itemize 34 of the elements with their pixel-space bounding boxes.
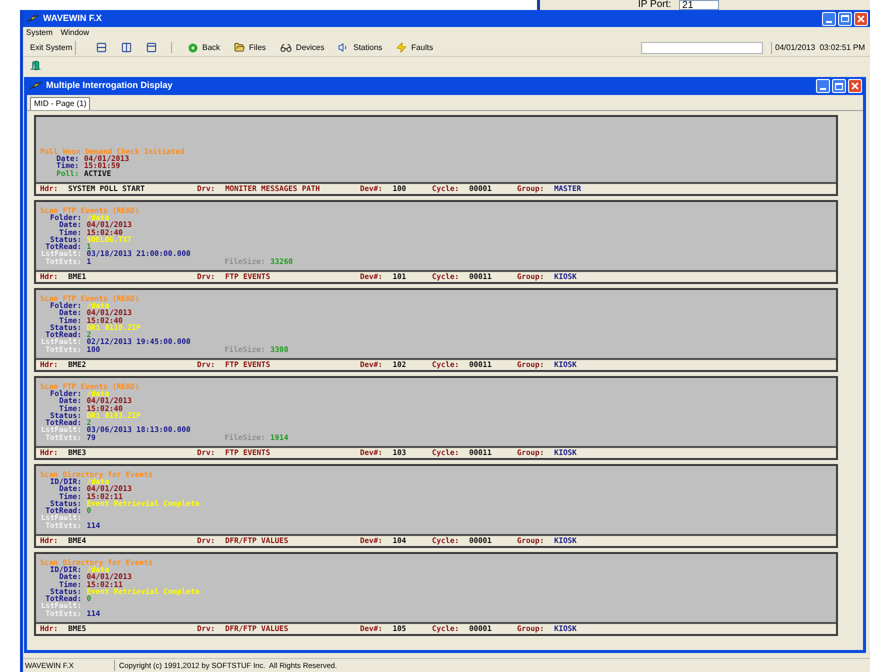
glasses-icon — [280, 42, 292, 54]
close-icon — [857, 14, 865, 22]
toolbar-button[interactable]: Devices — [280, 42, 324, 54]
search-field[interactable] — [641, 42, 764, 54]
horizontal-split-icon[interactable] — [96, 42, 108, 53]
child-window-title: Multiple Interrogation Display — [46, 79, 173, 92]
window-stack-icon[interactable] — [146, 42, 158, 53]
minimize-button[interactable] — [822, 12, 836, 26]
maximize-button[interactable] — [838, 12, 852, 26]
lightning-icon — [396, 42, 408, 53]
menu-item[interactable]: Window — [60, 27, 90, 39]
minimize-button[interactable] — [816, 79, 830, 93]
menu-item[interactable]: System — [26, 27, 53, 39]
close-icon — [851, 82, 859, 90]
port-label: IP Port: — [638, 0, 672, 10]
door-icon[interactable] — [30, 60, 41, 71]
datetime-display: 04/01/2013 03:02:51 PM — [771, 42, 868, 54]
close-button[interactable] — [848, 79, 862, 93]
app-icon — [27, 14, 39, 24]
app-icon — [30, 81, 42, 91]
page-tab[interactable]: MID - Page (1) — [30, 97, 90, 110]
toolbar-button[interactable]: Faults — [396, 42, 434, 54]
exit-system-button[interactable]: Exit System — [27, 40, 76, 54]
toolbar-button[interactable]: Stations — [338, 42, 382, 54]
close-button[interactable] — [854, 12, 868, 26]
speaker-icon — [338, 42, 350, 53]
vertical-split-icon[interactable] — [121, 42, 132, 53]
maximize-button[interactable] — [832, 79, 846, 93]
toolbar-button[interactable]: Back — [188, 42, 220, 54]
toolbar-button[interactable]: Files — [234, 42, 266, 54]
port-field[interactable]: 21 — [679, 0, 720, 10]
circle-icon — [188, 42, 198, 52]
folder-icon — [234, 42, 246, 53]
window-title: WAVEWIN F.X — [43, 12, 102, 25]
